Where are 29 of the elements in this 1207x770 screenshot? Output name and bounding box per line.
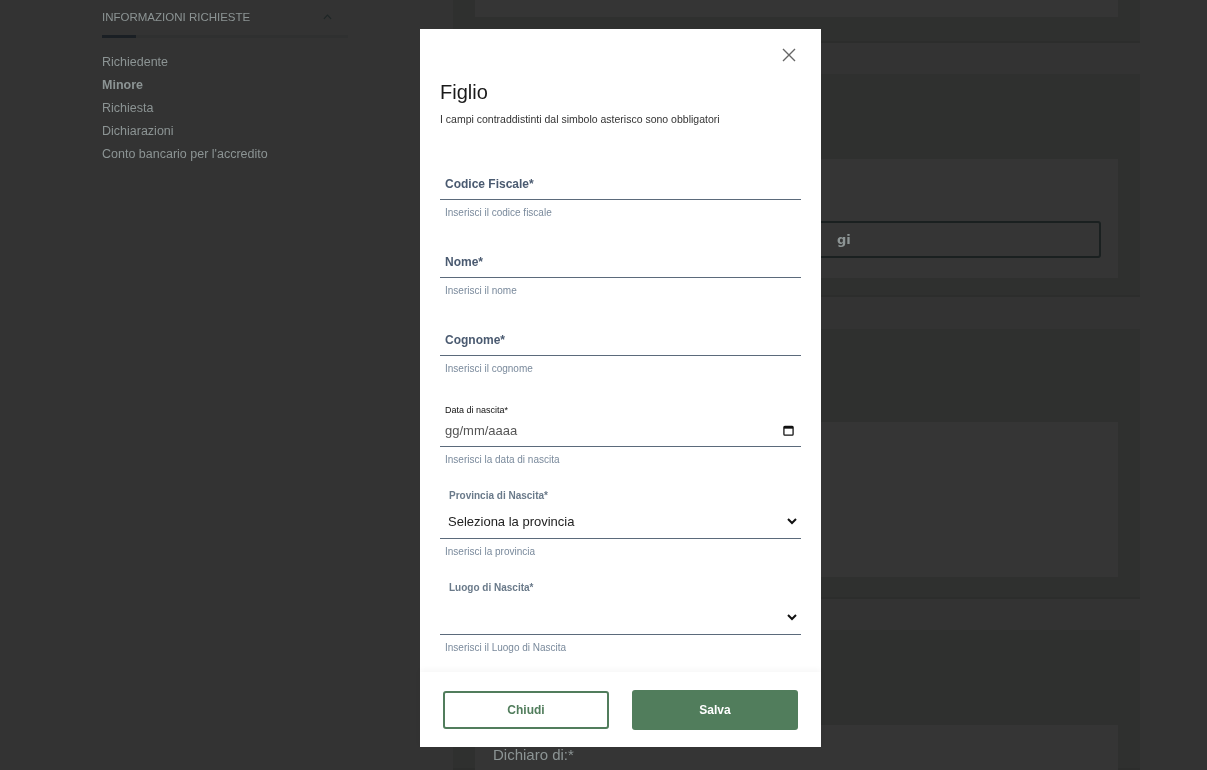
nav-link[interactable]: Richiesta xyxy=(102,100,348,117)
helper-text: Inserisci il cognome xyxy=(444,363,534,376)
date-field[interactable]: gg/mm/aaaa xyxy=(440,415,801,447)
nav-link[interactable]: Dichiarazioni xyxy=(102,123,348,140)
nav-link[interactable]: Conto bancario per l'accredito xyxy=(102,146,348,163)
field-label: Dichiaro di:* xyxy=(493,746,574,763)
close-button[interactable]: Chiudi xyxy=(443,690,609,729)
close-icon[interactable] xyxy=(782,48,796,62)
helper-text: Inserisci il codice fiscale xyxy=(444,207,553,220)
field-label: Provincia di Nascita* xyxy=(448,490,549,501)
select-field[interactable]: Seleziona la provincia xyxy=(440,505,801,539)
field-label: Data di nascita* xyxy=(444,405,510,415)
helper-text: Inserisci la data di nascita xyxy=(444,454,561,467)
text-field[interactable]: Nome* xyxy=(440,249,801,278)
field-label: Luogo di Nascita* xyxy=(448,582,535,593)
nav-link[interactable]: Minore xyxy=(102,77,348,94)
chevron-down-icon[interactable] xyxy=(787,518,797,525)
helper-text: Inserisci la provincia xyxy=(444,546,537,559)
save-button[interactable]: Salva xyxy=(632,689,798,730)
section-heading: INFORMAZIONI RICHIESTE xyxy=(102,11,251,23)
nav-link[interactable]: Richiedente xyxy=(102,54,348,71)
dialog-title: Figlio xyxy=(440,81,489,104)
helper-text: Inserisci il nome xyxy=(444,285,518,298)
calendar-icon[interactable] xyxy=(783,425,794,436)
chevron-down-icon[interactable] xyxy=(787,614,797,621)
helper-text: Inserisci il Luogo di Nascita xyxy=(444,642,568,655)
dialog-subtitle: I campi contraddistinti dal simbolo asterisco sono obbligatori xyxy=(440,113,721,125)
text-field[interactable]: Cognome* xyxy=(440,327,801,356)
text-field[interactable]: Codice Fiscale* xyxy=(440,171,801,200)
